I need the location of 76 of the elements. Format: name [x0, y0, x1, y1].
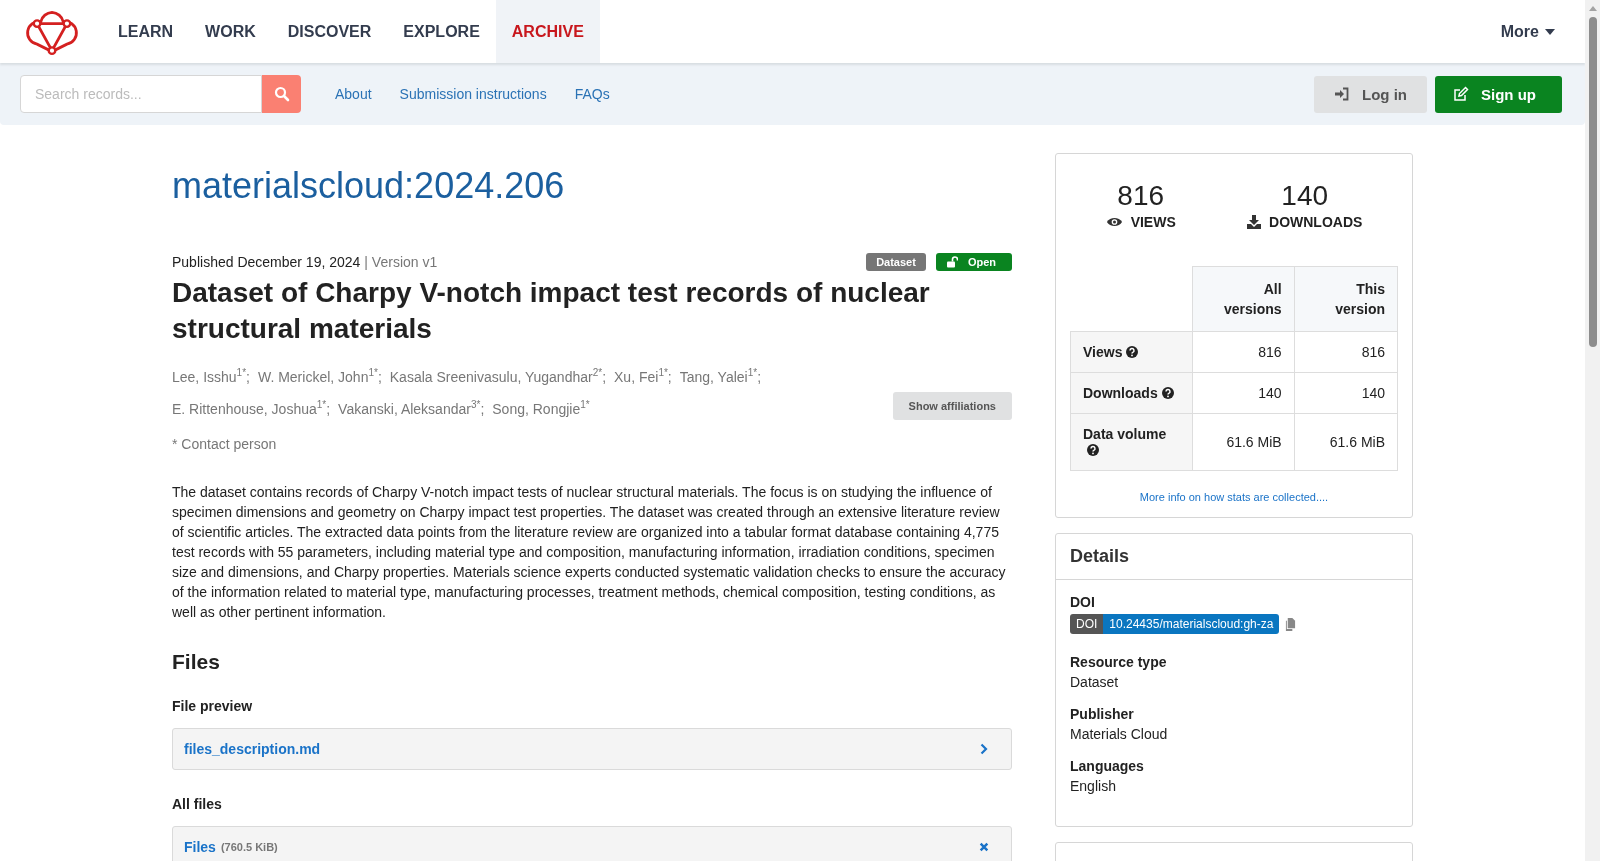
- stat-label: VIEWS: [1130, 214, 1176, 230]
- nav-link[interactable]: About: [329, 86, 378, 102]
- stat-value: 816: [1117, 180, 1165, 212]
- eye-icon: [1105, 216, 1123, 228]
- contact-note: * Contact person: [172, 436, 278, 453]
- table-cell: 61.6 MiB: [1294, 414, 1398, 471]
- field-value: English: [1070, 778, 1117, 794]
- row-header: Views: [1070, 332, 1193, 373]
- author-name[interactable]: Kasala Sreenivasulu, Yugandhar$^{2*}$;: [389, 359, 606, 391]
- nav-item[interactable]: WORK: [189, 0, 272, 63]
- table-cell: 816: [1193, 332, 1295, 373]
- nav-item[interactable]: LEARN: [102, 0, 190, 63]
- search-field[interactable]: Search records...: [20, 75, 262, 113]
- stats-info-link[interactable]: More info on how stats are collected....: [1070, 491, 1398, 503]
- stat-value: 140: [1281, 180, 1329, 212]
- help-icon: [1161, 387, 1174, 399]
- more-menu[interactable]: More: [1500, 0, 1555, 63]
- edit-icon: [1453, 86, 1469, 102]
- all-files-label: All files: [172, 796, 223, 813]
- chevron-icon: [979, 743, 989, 756]
- record-identifier: materialscloud:2024.206: [172, 165, 566, 207]
- files-toggle[interactable]: Files: [184, 839, 216, 856]
- description: The dataset contains records of Charpy V-notch impact tests of nuclear structural materials. The focus is on studying the influence of specimen dimensions and geometry on Charpy impact test properties. The dataset was created through an extensive literature review of scientific articles. The extracted data points from the literature review are organized into a tabular format database containing 4,775 test records with 55 parameters, including material type and composition, manufacturing information, irradiation conditions, specimen size and dimensions, and Charpy properties. Materials science experts conducted systematic validation checks to ensure the accuracy of the information related to material type, manufacturing processes, treatment methods, chemical composition, testing conditions, as well as other pertinent information.: [172, 483, 1007, 623]
- help-icon: [1087, 444, 1099, 456]
- file-preview-panel[interactable]: files_description.md: [172, 728, 1012, 771]
- author-name[interactable]: E. Rittenhouse, Joshua$^{1*}$;: [172, 390, 331, 423]
- author-name[interactable]: Tang, Yalei$^{1*}$;: [679, 359, 762, 391]
- nav-item[interactable]: ARCHIVE: [495, 0, 600, 63]
- row-header: Data volume: [1070, 414, 1193, 471]
- table-cell: 140: [1294, 373, 1398, 414]
- file-link[interactable]: files_description.md: [184, 741, 979, 758]
- files-size: (760.5 KiB): [220, 841, 279, 854]
- download-icon: [1247, 215, 1261, 229]
- author-name[interactable]: Xu, Fei$^{1*}$;: [614, 359, 672, 391]
- field-value: Materials Cloud: [1070, 726, 1169, 742]
- table-cell: 140: [1193, 373, 1295, 414]
- table-cell: 61.6 MiB: [1193, 414, 1295, 471]
- author-name[interactable]: W. Merickel, John$^{1*}$;: [257, 359, 382, 391]
- field-label: DOI: [1070, 594, 1096, 610]
- caret-icon: [1545, 28, 1555, 35]
- lock-icon: [945, 256, 958, 268]
- stat-label: DOWNLOADS: [1269, 214, 1363, 230]
- nav-link[interactable]: Submission instructions: [393, 86, 553, 102]
- field-value: Dataset: [1070, 674, 1120, 690]
- section-heading: Files: [172, 650, 221, 675]
- field-label: Resource type: [1070, 654, 1168, 670]
- file-preview-label: File preview: [172, 698, 254, 715]
- author-name[interactable]: Vakanski, Aleksandar$^{3*}$;: [338, 390, 485, 423]
- close-icon: [979, 841, 989, 854]
- nav-item[interactable]: DISCOVER: [271, 0, 388, 63]
- scrollbar[interactable]: [1585, 0, 1600, 861]
- signup-button[interactable]: Sign up: [1435, 75, 1562, 113]
- record-title: Dataset of Charpy V-notch impact test records of nuclear structural materials: [172, 276, 931, 346]
- type-badge: Dataset: [866, 253, 926, 271]
- card-title: Details: [1070, 546, 1131, 567]
- help-icon: [1126, 346, 1139, 358]
- author-name[interactable]: Lee, Isshu$^{1*}$;: [172, 359, 250, 391]
- publication-date: Published December 19, 2024: [172, 254, 361, 270]
- row-header: Downloads: [1070, 373, 1193, 414]
- field-label: Publisher: [1070, 706, 1135, 722]
- show-affiliations-button[interactable]: Show affiliations: [892, 392, 1012, 421]
- table-cell: 816: [1294, 332, 1398, 373]
- files-panel[interactable]: Files (760.5 KiB): [172, 826, 1012, 861]
- login-button[interactable]: Log in: [1314, 75, 1427, 113]
- field-label: Languages: [1070, 758, 1145, 774]
- access-badge: Open: [935, 253, 1012, 271]
- column-header: All versions: [1193, 266, 1295, 332]
- nav-item[interactable]: EXPLORE: [387, 0, 496, 63]
- author-name[interactable]: Song, Rongjie$^{1*}$: [492, 390, 590, 423]
- login-icon: [1334, 86, 1350, 102]
- column-header: This version: [1294, 266, 1398, 332]
- copy-icon[interactable]: [1285, 617, 1297, 631]
- search-icon: [273, 86, 290, 102]
- search-button[interactable]: [262, 75, 301, 113]
- version-label: | Version v1: [364, 254, 438, 270]
- nav-link[interactable]: FAQs: [568, 86, 616, 102]
